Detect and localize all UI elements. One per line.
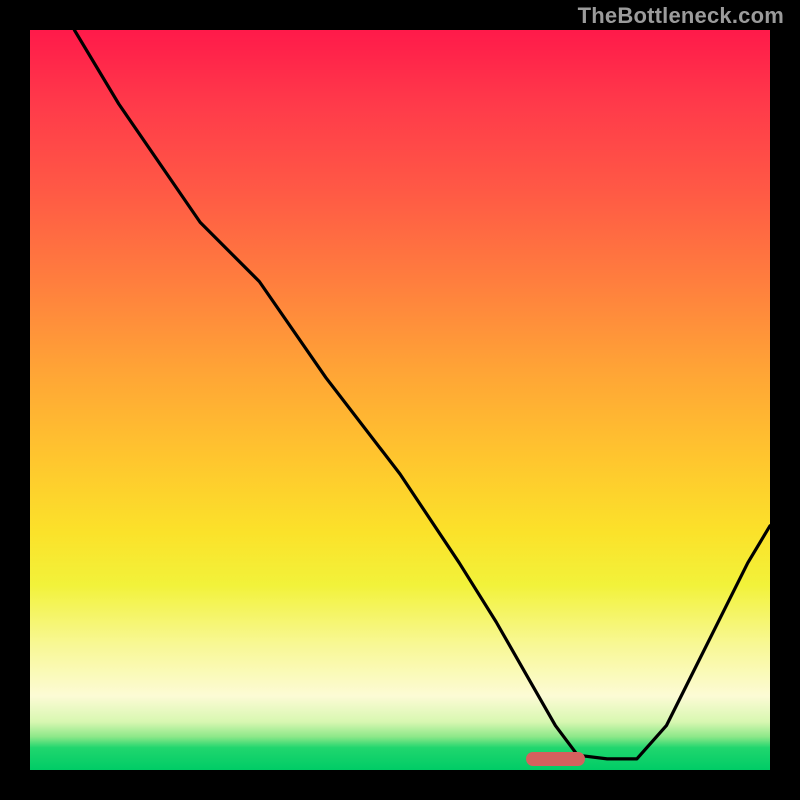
watermark-text: TheBottleneck.com — [578, 3, 784, 29]
chart-stage: TheBottleneck.com — [0, 0, 800, 800]
chart-svg — [30, 30, 770, 770]
chart-minimum-marker — [526, 752, 585, 766]
chart-curve-path — [74, 30, 770, 759]
chart-plot-area — [30, 30, 770, 770]
